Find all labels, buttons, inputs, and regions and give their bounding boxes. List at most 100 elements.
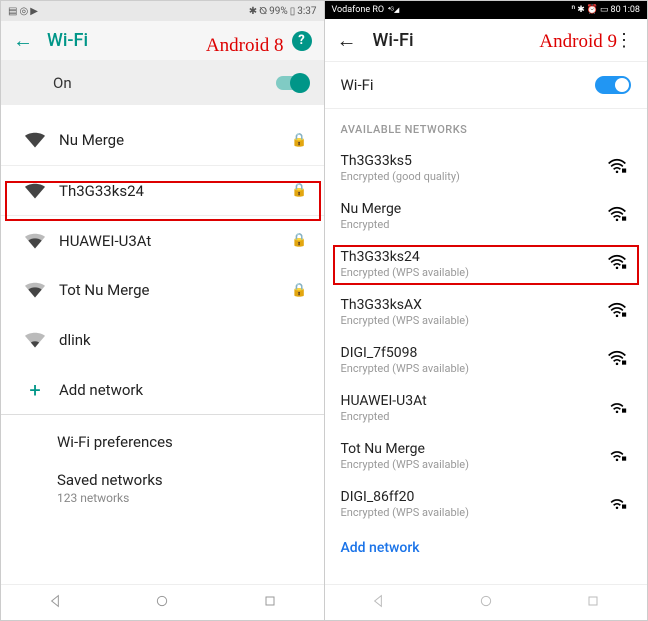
wifi-lock-icon bbox=[607, 494, 631, 514]
wifi-master-toggle[interactable] bbox=[276, 76, 308, 90]
battery-icon: ▯ bbox=[290, 6, 296, 17]
wifi-lock-icon bbox=[607, 158, 631, 178]
status-bar: ▤ ◎ ▶ ✱ ⦰ 99% ▯ 3:37 bbox=[1, 1, 324, 21]
back-button[interactable]: ← bbox=[13, 28, 33, 53]
lock-icon: 🔒 bbox=[291, 233, 307, 248]
network-sub: Encrypted (WPS available) bbox=[341, 314, 608, 327]
wifi-icon bbox=[17, 332, 53, 348]
play-icon: ▶ bbox=[30, 6, 38, 17]
nfc-icon: ⁿ bbox=[571, 5, 575, 15]
network-sub: Encrypted bbox=[341, 410, 608, 423]
network-sub: Encrypted (WPS available) bbox=[341, 458, 608, 471]
network-sub: Encrypted (WPS available) bbox=[341, 266, 608, 279]
network-item[interactable]: Th3G33ks24Encrypted (WPS available) bbox=[325, 240, 648, 288]
carrier-label: Vodafone RO bbox=[332, 5, 385, 15]
back-button[interactable]: ← bbox=[337, 28, 357, 53]
battery-pct: 99% bbox=[269, 6, 288, 17]
nav-bar bbox=[325, 584, 648, 620]
wifi-lock-icon bbox=[607, 254, 631, 274]
help-button[interactable]: ? bbox=[292, 31, 312, 51]
network-item[interactable]: Tot Nu MergeEncrypted (WPS available) bbox=[325, 432, 648, 480]
network-name: Th3G33ks5 bbox=[341, 153, 608, 169]
lock-icon: 🔒 bbox=[291, 283, 307, 298]
network-list: Nu Merge 🔒 Th3G33ks24 🔒 HUAWEI-U3At 🔒 To… bbox=[1, 105, 324, 505]
network-item[interactable]: DIGI_7f5098Encrypted (WPS available) bbox=[325, 336, 648, 384]
battery-pct: 80 bbox=[611, 5, 621, 15]
network-item[interactable]: Th3G33ksAXEncrypted (WPS available) bbox=[325, 288, 648, 336]
network-name: Th3G33ks24 bbox=[53, 182, 291, 200]
saved-networks-sub: 123 networks bbox=[57, 491, 308, 505]
network-item[interactable]: Nu MergeEncrypted bbox=[325, 192, 648, 240]
network-item[interactable]: HUAWEI-U3At 🔒 bbox=[1, 215, 324, 265]
wifi-lock-icon bbox=[607, 446, 631, 466]
wifi-master-toggle-row: On bbox=[1, 61, 324, 105]
network-name: DIGI_86ff20 bbox=[341, 489, 608, 505]
nav-home-button[interactable] bbox=[154, 593, 170, 613]
network-sub: Encrypted bbox=[341, 218, 608, 231]
network-name: Th3G33ks24 bbox=[341, 249, 608, 265]
network-name: HUAWEI-U3At bbox=[53, 232, 291, 250]
wifi-on-label: On bbox=[53, 74, 276, 92]
chrome-icon: ◎ bbox=[19, 6, 28, 17]
network-item[interactable]: Nu Merge 🔒 bbox=[1, 115, 324, 165]
wifi-lock-icon bbox=[607, 398, 631, 418]
network-item[interactable]: DIGI_86ff20Encrypted (WPS available) bbox=[325, 480, 648, 528]
dnd-icon: ⦰ bbox=[259, 6, 267, 17]
wifi-label: Wi-Fi bbox=[341, 76, 596, 94]
lock-icon: 🔒 bbox=[291, 133, 307, 148]
add-network-button[interactable]: + Add network bbox=[1, 365, 324, 415]
network-item[interactable]: dlink bbox=[1, 315, 324, 365]
nav-back-button[interactable] bbox=[47, 593, 63, 613]
version-label-8: Android 8 bbox=[206, 35, 284, 57]
network-name: HUAWEI-U3At bbox=[341, 393, 608, 409]
nav-back-button[interactable] bbox=[370, 593, 386, 613]
wifi-icon bbox=[17, 233, 53, 249]
android8-screen: Android 8 ▤ ◎ ▶ ✱ ⦰ 99% ▯ 3:37 ← Wi-Fi ?… bbox=[1, 1, 325, 620]
wifi-icon bbox=[17, 183, 53, 199]
wifi-lock-icon bbox=[607, 206, 631, 226]
network-sub: Encrypted (good quality) bbox=[341, 170, 608, 183]
lock-icon: 🔒 bbox=[291, 183, 307, 198]
bluetooth-icon: ✱ bbox=[577, 5, 585, 15]
network-item[interactable]: Th3G33ks24 🔒 bbox=[1, 165, 324, 215]
version-label-9: Android 9 bbox=[539, 31, 617, 53]
status-bar: Vodafone RO ⁴ᴳ◢ ⁿ ✱ ⏰ ▭ 80 1:08 bbox=[325, 1, 648, 19]
wifi-icon bbox=[17, 132, 53, 148]
bluetooth-icon: ✱ bbox=[249, 6, 257, 17]
network-item[interactable]: HUAWEI-U3AtEncrypted bbox=[325, 384, 648, 432]
network-name: Tot Nu Merge bbox=[341, 441, 608, 457]
wifi-master-toggle[interactable] bbox=[595, 76, 631, 94]
clock: 3:37 bbox=[297, 6, 316, 17]
android9-screen: Android 9 Vodafone RO ⁴ᴳ◢ ⁿ ✱ ⏰ ▭ 80 1:0… bbox=[325, 1, 648, 620]
network-name: Th3G33ksAX bbox=[341, 297, 608, 313]
alarm-icon: ⏰ bbox=[587, 5, 598, 15]
signal-icon: ⁴ᴳ◢ bbox=[386, 6, 399, 14]
news-icon: ▤ bbox=[8, 6, 17, 17]
network-list: Th3G33ks5Encrypted (good quality) Nu Mer… bbox=[325, 144, 648, 528]
nav-home-button[interactable] bbox=[478, 593, 494, 613]
nav-bar bbox=[1, 584, 324, 620]
network-name: Nu Merge bbox=[341, 201, 608, 217]
network-sub: Encrypted (WPS available) bbox=[341, 362, 608, 375]
network-name: dlink bbox=[53, 331, 308, 349]
add-network-button[interactable]: Add network bbox=[325, 528, 648, 568]
wifi-lock-icon bbox=[607, 302, 631, 322]
wifi-icon bbox=[17, 282, 53, 298]
add-network-label: Add network bbox=[53, 381, 143, 399]
network-item[interactable]: Th3G33ks5Encrypted (good quality) bbox=[325, 144, 648, 192]
wifi-master-toggle-row: Wi-Fi bbox=[325, 61, 648, 109]
network-item[interactable]: Tot Nu Merge 🔒 bbox=[1, 265, 324, 315]
nav-recents-button[interactable] bbox=[585, 593, 601, 613]
wifi-lock-icon bbox=[607, 350, 631, 370]
nav-recents-button[interactable] bbox=[262, 593, 278, 613]
clock: 1:08 bbox=[623, 5, 640, 15]
network-name: Nu Merge bbox=[53, 131, 291, 149]
network-name: Tot Nu Merge bbox=[53, 281, 291, 299]
network-sub: Encrypted (WPS available) bbox=[341, 506, 608, 519]
section-header: AVAILABLE NETWORKS bbox=[325, 109, 648, 144]
network-name: DIGI_7f5098 bbox=[341, 345, 608, 361]
wifi-preferences-item[interactable]: Wi-Fi preferences bbox=[57, 433, 308, 451]
plus-icon: + bbox=[17, 378, 53, 402]
saved-networks-item[interactable]: Saved networks bbox=[57, 471, 308, 489]
battery-icon: ▭ bbox=[600, 5, 609, 15]
